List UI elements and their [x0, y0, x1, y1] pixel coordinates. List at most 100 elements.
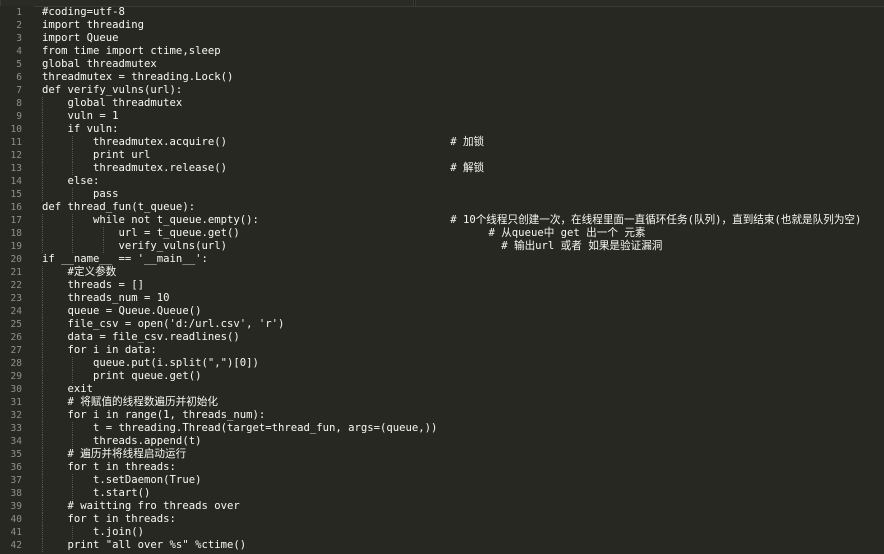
code-text[interactable]: url = t_queue.get() # 从queue中 get 出一个 元素: [42, 227, 646, 240]
code-text[interactable]: t.join(): [42, 526, 144, 539]
code-text[interactable]: threadmutex.release() # 解锁: [42, 162, 484, 175]
code-line[interactable]: 31 # 将赋值的线程数遍历并初始化: [0, 396, 884, 409]
code-line[interactable]: 40 for t in threads:: [0, 513, 884, 526]
code-line[interactable]: 26 data = file_csv.readlines(): [0, 331, 884, 344]
code-text[interactable]: vuln = 1: [42, 110, 119, 123]
code-line[interactable]: 10 if vuln:: [0, 123, 884, 136]
code-text[interactable]: print queue.get(): [42, 370, 201, 383]
code-line[interactable]: 21 #定义参数: [0, 266, 884, 279]
code-line[interactable]: 20 if __name__ == '__main__':: [0, 253, 884, 266]
code-line[interactable]: 3 import Queue: [0, 32, 884, 45]
code-line[interactable]: 13 threadmutex.release() # 解锁: [0, 162, 884, 175]
code-text[interactable]: queue.put(i.split(",")[0]): [42, 357, 259, 370]
code-text[interactable]: data = file_csv.readlines(): [42, 331, 240, 344]
code-text[interactable]: t.setDaemon(True): [42, 474, 201, 487]
line-number: 23: [10, 293, 22, 304]
code-text[interactable]: # 将赋值的线程数遍历并初始化: [42, 396, 219, 409]
code-text[interactable]: pass: [42, 188, 119, 201]
code-text[interactable]: print url: [42, 149, 150, 162]
code-text[interactable]: t = threading.Thread(target=thread_fun, …: [42, 422, 437, 435]
code-lines[interactable]: 1 #coding=utf-8 2 import threading 3 import Q…: [0, 6, 884, 552]
code-text[interactable]: if __name__ == '__main__':: [42, 253, 208, 266]
line-number: 29: [10, 371, 22, 382]
code-text[interactable]: queue = Queue.Queue(): [42, 305, 202, 318]
code-editor[interactable]: 1 #coding=utf-8 2 import threading 3 import Q…: [0, 0, 884, 554]
code-text[interactable]: for t in threads:: [42, 461, 176, 474]
code-text[interactable]: def thread_fun(t_queue):: [42, 201, 195, 214]
code-line[interactable]: 9 vuln = 1: [0, 110, 884, 123]
code-text[interactable]: import threading: [42, 19, 144, 32]
code-line[interactable]: 35 # 遍历并将线程启动运行: [0, 448, 884, 461]
code-line[interactable]: 42 print "all over %s" %ctime(): [0, 539, 884, 552]
line-number: 10: [10, 124, 22, 135]
code-line[interactable]: 25 file_csv = open('d:/url.csv', 'r'): [0, 318, 884, 331]
line-number: 3: [16, 33, 22, 44]
code-text[interactable]: verify_vulns(url) # 输出url 或者 如果是验证漏洞: [42, 240, 663, 253]
code-text[interactable]: from time import ctime,sleep: [42, 45, 221, 58]
code-line[interactable]: 30 exit: [0, 383, 884, 396]
code-text[interactable]: threads.append(t): [42, 435, 201, 448]
line-number: 22: [10, 280, 22, 291]
code-line[interactable]: 12 print url: [0, 149, 884, 162]
line-number: 15: [10, 189, 22, 200]
code-text[interactable]: def verify_vulns(url):: [42, 84, 182, 97]
line-number: 28: [10, 358, 22, 369]
code-text[interactable]: exit: [42, 383, 94, 396]
code-text[interactable]: global threadmutex: [42, 97, 183, 110]
code-text[interactable]: #定义参数: [42, 266, 117, 279]
code-line[interactable]: 23 threads_num = 10: [0, 292, 884, 305]
code-text[interactable]: file_csv = open('d:/url.csv', 'r'): [42, 318, 285, 331]
code-line[interactable]: 8 global threadmutex: [0, 97, 884, 110]
code-text[interactable]: else:: [42, 175, 100, 188]
code-line[interactable]: 1 #coding=utf-8: [0, 6, 884, 19]
code-line[interactable]: 11 threadmutex.acquire() # 加锁: [0, 136, 884, 149]
code-line[interactable]: 38 t.start(): [0, 487, 884, 500]
code-text[interactable]: for i in data:: [42, 344, 157, 357]
code-line[interactable]: 22 threads = []: [0, 279, 884, 292]
code-line[interactable]: 14 else:: [0, 175, 884, 188]
code-line[interactable]: 41 t.join(): [0, 526, 884, 539]
code-line[interactable]: 32 for i in range(1, threads_num):: [0, 409, 884, 422]
code-line[interactable]: 27 for i in data:: [0, 344, 884, 357]
code-line[interactable]: 7 def verify_vulns(url):: [0, 84, 884, 97]
line-number: 27: [10, 345, 22, 356]
code-line[interactable]: 37 t.setDaemon(True): [0, 474, 884, 487]
code-text[interactable]: if vuln:: [42, 123, 119, 136]
code-line[interactable]: 19 verify_vulns(url) # 输出url 或者 如果是验证漏洞: [0, 240, 884, 253]
code-text[interactable]: # waitting fro threads over: [42, 500, 240, 513]
code-line[interactable]: 6 threadmutex = threading.Lock(): [0, 71, 884, 84]
code-line[interactable]: 16 def thread_fun(t_queue):: [0, 201, 884, 214]
line-number: 35: [10, 449, 22, 460]
code-text[interactable]: threadmutex = threading.Lock(): [42, 71, 233, 84]
line-number: 14: [10, 176, 22, 187]
code-line[interactable]: 5 global threadmutex: [0, 58, 884, 71]
code-line[interactable]: 36 for t in threads:: [0, 461, 884, 474]
code-text[interactable]: print "all over %s" %ctime(): [42, 539, 247, 552]
code-line[interactable]: 17 while not t_queue.empty(): # 10个线程只创建…: [0, 214, 884, 227]
code-text[interactable]: while not t_queue.empty(): # 10个线程只创建一次，…: [42, 214, 861, 227]
line-number: 32: [10, 410, 22, 421]
code-text[interactable]: threadmutex.acquire() # 加锁: [42, 136, 484, 149]
code-text[interactable]: for t in threads:: [42, 513, 176, 526]
code-line[interactable]: 4 from time import ctime,sleep: [0, 45, 884, 58]
line-number: 6: [16, 72, 22, 83]
code-text[interactable]: # 遍历并将线程启动运行: [42, 448, 187, 461]
code-line[interactable]: 2 import threading: [0, 19, 884, 32]
code-line[interactable]: 34 threads.append(t): [0, 435, 884, 448]
code-text[interactable]: #coding=utf-8: [42, 6, 125, 19]
code-text[interactable]: global threadmutex: [42, 58, 157, 71]
code-line[interactable]: 18 url = t_queue.get() # 从queue中 get 出一个…: [0, 227, 884, 240]
code-line[interactable]: 15 pass: [0, 188, 884, 201]
code-line[interactable]: 33 t = threading.Thread(target=thread_fu…: [0, 422, 884, 435]
line-number: 41: [10, 527, 22, 538]
code-text[interactable]: threads_num = 10: [42, 292, 170, 305]
code-line[interactable]: 24 queue = Queue.Queue(): [0, 305, 884, 318]
code-line[interactable]: 28 queue.put(i.split(",")[0]): [0, 357, 884, 370]
code-text[interactable]: t.start(): [42, 487, 150, 500]
code-text[interactable]: for i in range(1, threads_num):: [42, 409, 266, 422]
code-line[interactable]: 39 # waitting fro threads over: [0, 500, 884, 513]
code-line[interactable]: 29 print queue.get(): [0, 370, 884, 383]
line-number: 34: [10, 436, 22, 447]
code-text[interactable]: import Queue: [42, 32, 119, 45]
code-text[interactable]: threads = []: [42, 279, 145, 292]
